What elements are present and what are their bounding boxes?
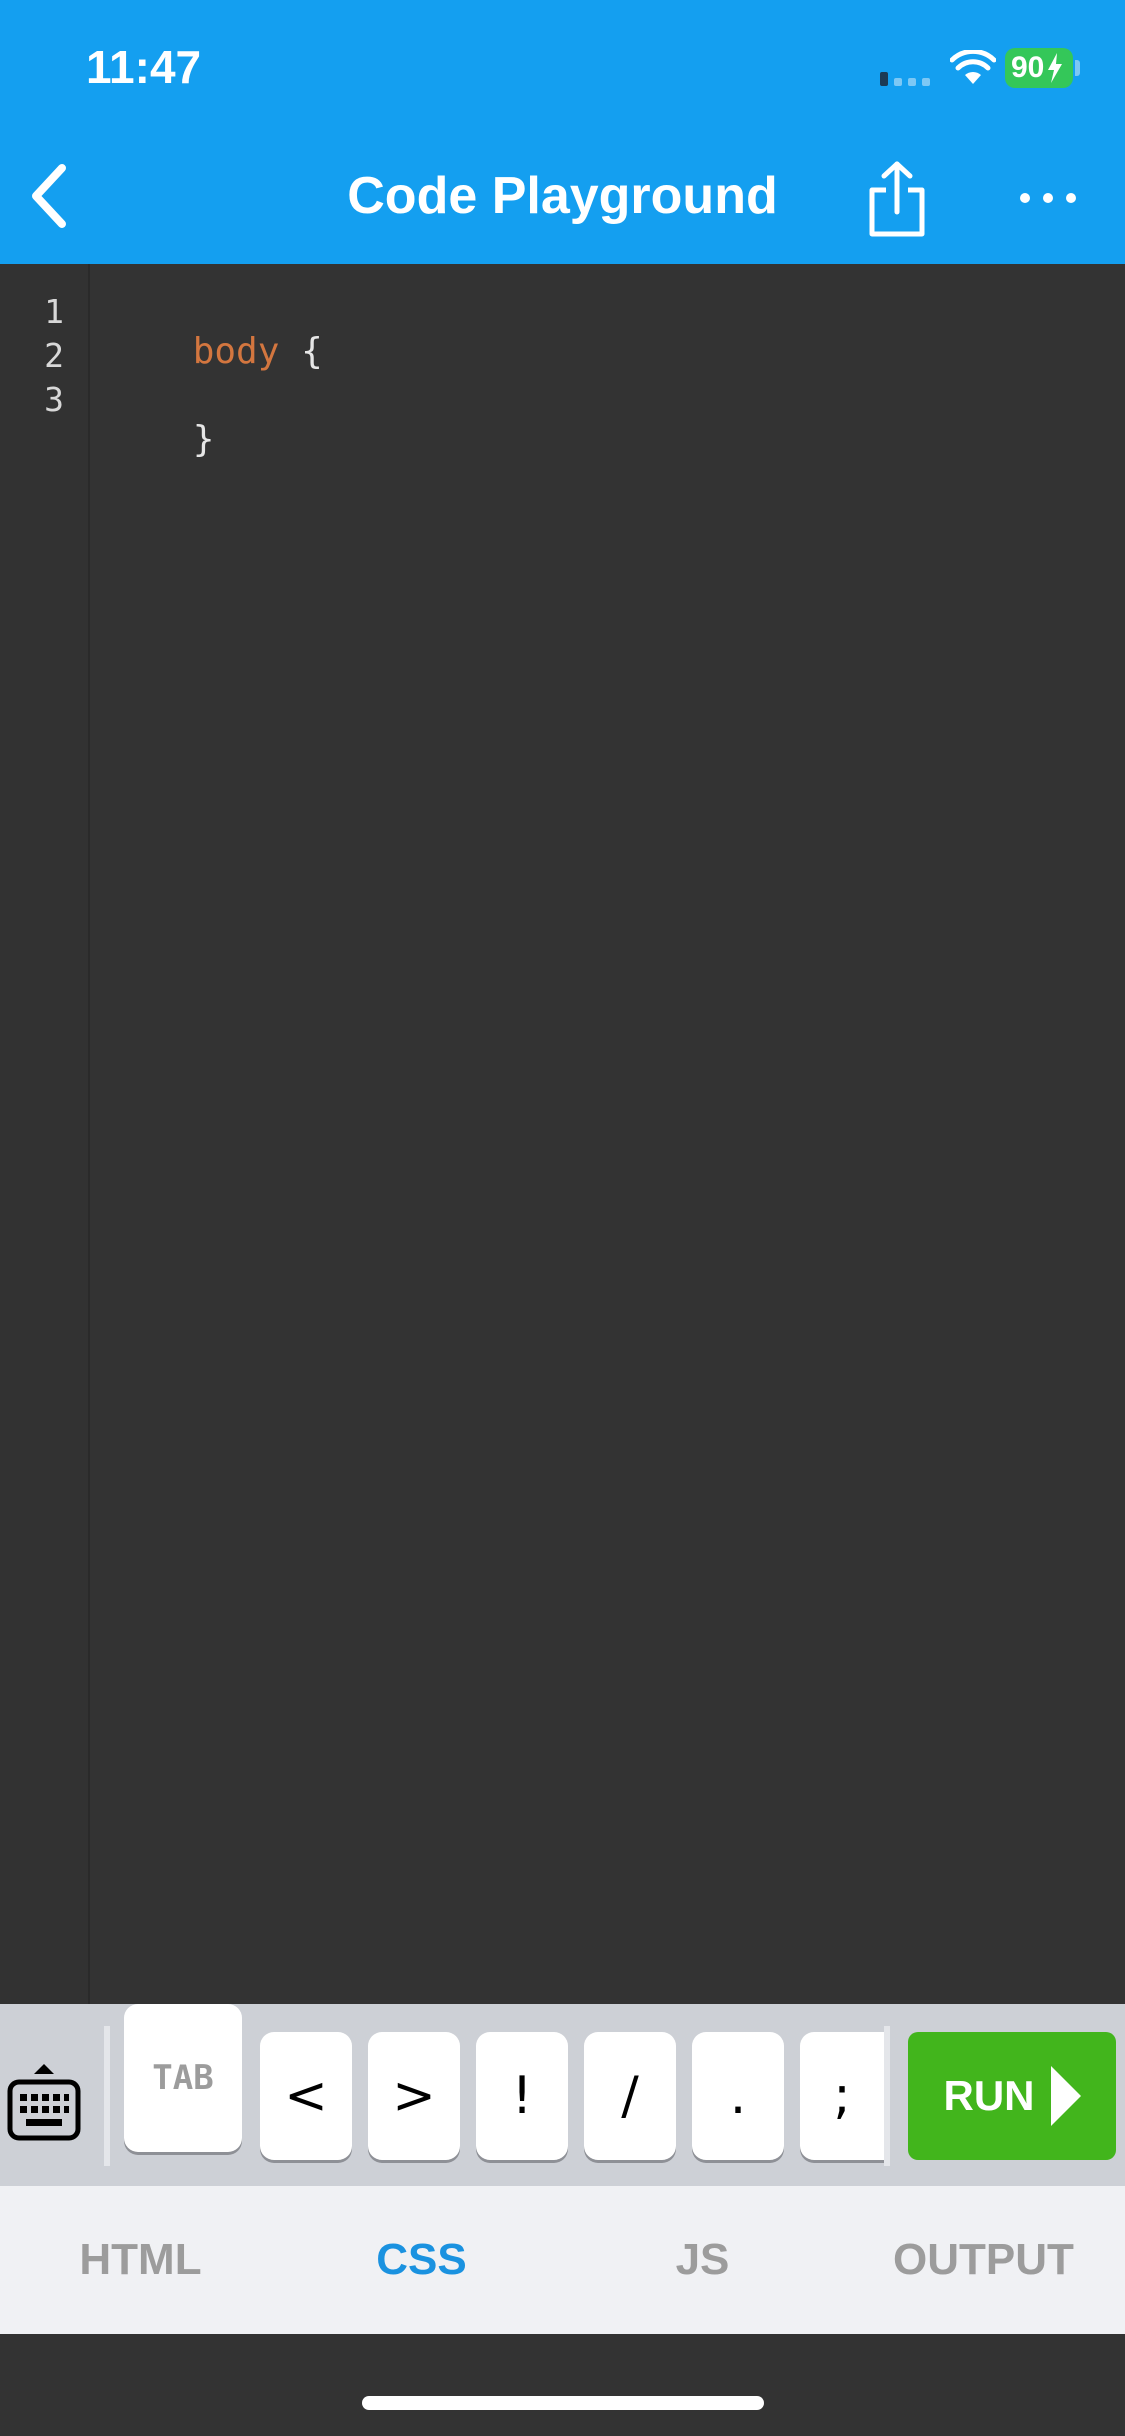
less-than-key[interactable]: <: [260, 2032, 352, 2160]
battery-tip: [1075, 60, 1080, 76]
battery-indicator: 90: [1005, 48, 1073, 88]
line-number: 2: [44, 336, 64, 375]
keyboard-accessory-bar: TAB < > ! / . ; RUN: [0, 2004, 1125, 2186]
home-indicator-area: [0, 2334, 1125, 2436]
back-button[interactable]: [18, 160, 78, 232]
run-label: RUN: [943, 2072, 1035, 2119]
charging-bolt-icon: [1048, 53, 1063, 83]
page-title: Code Playground: [347, 167, 778, 225]
share-icon: [869, 161, 925, 237]
line-number-gutter: 1 2 3: [0, 264, 90, 2004]
keyboard-hide-icon: [7, 2064, 81, 2141]
exclamation-key[interactable]: !: [476, 2032, 568, 2160]
tab-css[interactable]: CSS: [281, 2186, 562, 2334]
share-button[interactable]: [862, 160, 932, 238]
tab-html[interactable]: HTML: [0, 2186, 281, 2334]
wifi-icon: [950, 50, 996, 84]
cellular-signal-icon: [880, 68, 932, 86]
chevron-left-icon: [32, 164, 66, 228]
semicolon-key[interactable]: ;: [800, 2032, 884, 2160]
slash-key[interactable]: /: [584, 2032, 676, 2160]
play-arrow-icon: [1050, 2066, 1081, 2126]
hide-keyboard-button[interactable]: [6, 2062, 82, 2146]
code-editor[interactable]: 1 2 3 body { }: [0, 264, 1125, 2004]
more-horizontal-icon: [1043, 193, 1053, 203]
more-options-button[interactable]: [1010, 170, 1086, 226]
css-brace: }: [192, 419, 215, 460]
tab-output[interactable]: OUTPUT: [843, 2186, 1124, 2334]
more-horizontal-icon: [1020, 193, 1030, 203]
language-tab-bar: HTML CSS JS OUTPUT: [0, 2186, 1125, 2334]
more-horizontal-icon: [1066, 193, 1076, 203]
app-header: 11:47 90 Code Playground: [0, 0, 1125, 264]
accessory-divider: [104, 2026, 110, 2166]
css-brace: {: [279, 331, 323, 372]
greater-than-key[interactable]: >: [368, 2032, 460, 2160]
line-number: 1: [44, 292, 64, 331]
tab-key[interactable]: TAB: [124, 2004, 242, 2152]
accessory-divider: [884, 2026, 890, 2166]
run-button[interactable]: RUN: [908, 2032, 1116, 2160]
period-key[interactable]: .: [692, 2032, 784, 2160]
tab-js[interactable]: JS: [562, 2186, 843, 2334]
css-selector: body: [192, 331, 280, 372]
status-time: 11:47: [86, 41, 202, 93]
battery-level: 90: [1011, 51, 1045, 84]
code-line[interactable]: }: [106, 378, 215, 501]
line-number: 3: [44, 380, 64, 419]
home-indicator[interactable]: [362, 2396, 764, 2410]
